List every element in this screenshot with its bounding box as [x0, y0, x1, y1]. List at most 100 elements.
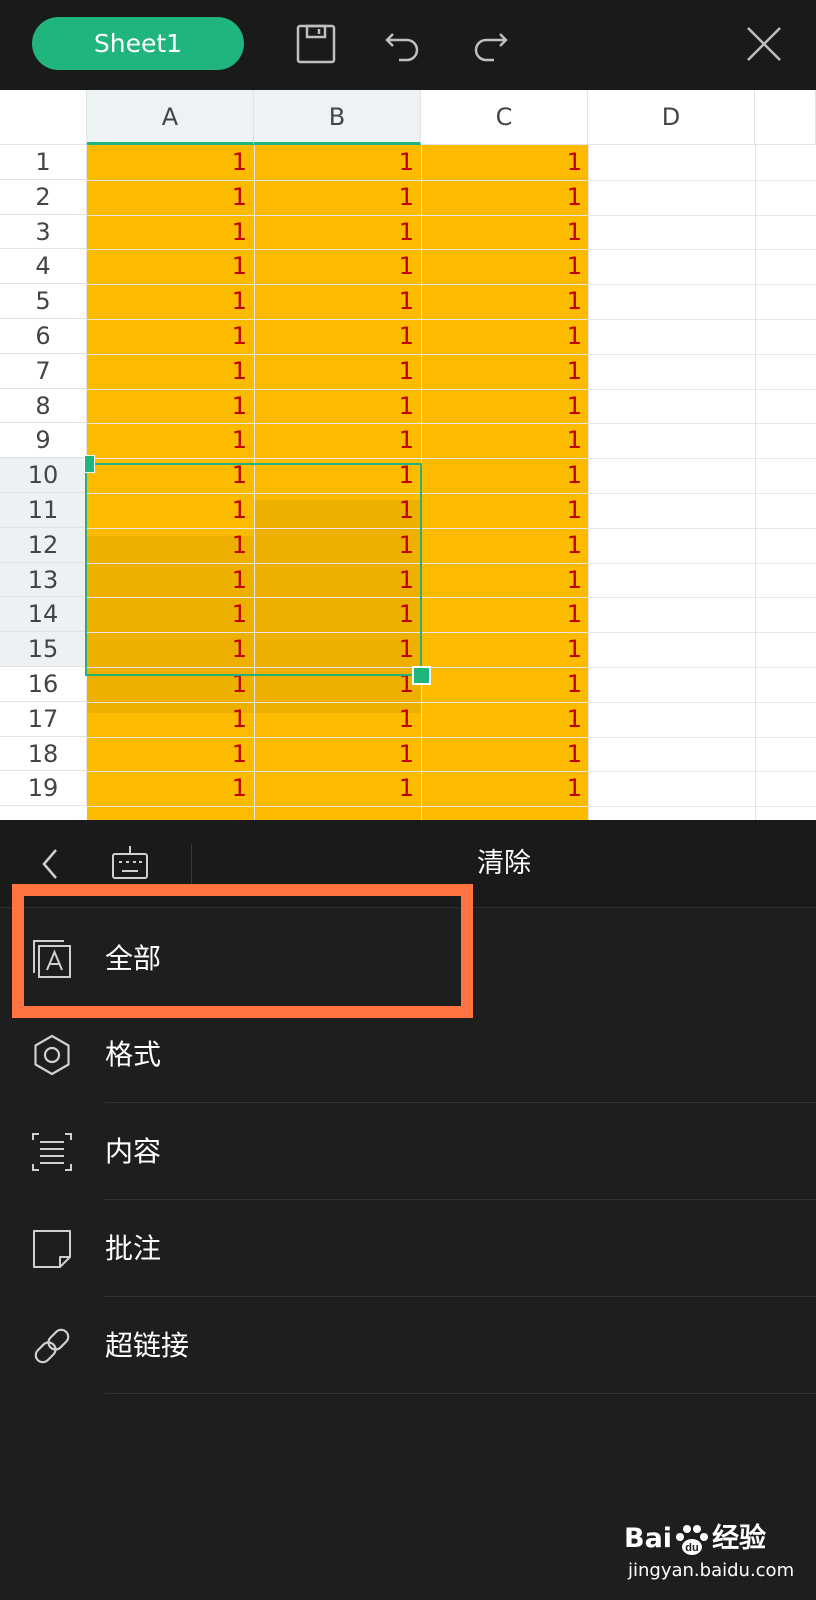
- clear-comment-label: 批注: [105, 1232, 162, 1265]
- link-icon: [30, 1324, 74, 1368]
- content-icon: [30, 1130, 74, 1174]
- clear-format-label: 格式: [105, 1038, 162, 1071]
- cell-a18[interactable]: 1: [87, 737, 247, 772]
- baidu-jingyan-watermark: Bai du 经验 jingyan.baidu.com: [624, 1510, 804, 1590]
- row-header-2[interactable]: 2: [0, 179, 87, 215]
- cell-c15[interactable]: 1: [422, 632, 582, 667]
- cell-b4[interactable]: 1: [254, 249, 414, 284]
- top-toolbar: Sheet1: [0, 0, 816, 90]
- cell-b17[interactable]: 1: [254, 702, 414, 737]
- cell-b5[interactable]: 1: [254, 284, 414, 319]
- selection-handle-bottom-right[interactable]: [412, 666, 431, 685]
- column-header-b[interactable]: B: [254, 90, 421, 145]
- cell-b9[interactable]: 1: [254, 423, 414, 458]
- row-header-8[interactable]: 8: [0, 388, 87, 424]
- cell-c12[interactable]: 1: [422, 528, 582, 563]
- watermark-brand-prefix: Bai: [624, 1523, 673, 1554]
- cell-c13[interactable]: 1: [422, 563, 582, 598]
- cell-c5[interactable]: 1: [422, 284, 582, 319]
- cell-a7[interactable]: 1: [87, 354, 247, 389]
- sheet-tab[interactable]: Sheet1: [32, 17, 244, 70]
- gear-icon: [30, 1033, 74, 1077]
- keyboard-icon[interactable]: [110, 842, 150, 886]
- item-divider: [105, 1393, 816, 1394]
- row-header-13[interactable]: 13: [0, 562, 87, 598]
- clear-content-label: 内容: [105, 1135, 162, 1168]
- clear-content-option[interactable]: 内容: [0, 1103, 816, 1200]
- cell-c11[interactable]: 1: [422, 493, 582, 528]
- undo-icon[interactable]: [379, 20, 427, 68]
- cell-b6[interactable]: 1: [254, 319, 414, 354]
- row-header-16[interactable]: 16: [0, 667, 87, 702]
- cell-c18[interactable]: 1: [422, 737, 582, 772]
- paw-icon: du: [672, 1523, 712, 1557]
- row-header-18[interactable]: 18: [0, 736, 87, 772]
- column-gridline: [755, 145, 756, 820]
- clear-format-option[interactable]: 格式: [0, 1006, 816, 1103]
- selection-handle-top-left[interactable]: [84, 455, 95, 473]
- cell-a2[interactable]: 1: [87, 180, 247, 215]
- save-icon[interactable]: [292, 20, 340, 68]
- clear-panel: 清除 全部 格式 内容 批注 超链接: [0, 820, 816, 1600]
- cell-c14[interactable]: 1: [422, 597, 582, 632]
- highlight-box: [12, 884, 473, 1018]
- row-header-10[interactable]: 10: [0, 458, 87, 493]
- comment-icon: [30, 1227, 74, 1271]
- cell-a3[interactable]: 1: [87, 215, 247, 250]
- watermark-brand-suffix: 经验: [712, 1523, 767, 1554]
- row-header-6[interactable]: 6: [0, 319, 87, 354]
- row-header-12[interactable]: 12: [0, 527, 87, 563]
- cell-c16[interactable]: 1: [422, 667, 582, 702]
- cell-c3[interactable]: 1: [422, 215, 582, 250]
- back-icon[interactable]: [34, 842, 64, 886]
- clear-comment-option[interactable]: 批注: [0, 1200, 816, 1297]
- cell-b18[interactable]: 1: [254, 737, 414, 772]
- row-header-11[interactable]: 11: [0, 493, 87, 528]
- row-header-4[interactable]: 4: [0, 249, 87, 285]
- row-header-15[interactable]: 15: [0, 632, 87, 667]
- cell-a17[interactable]: 1: [87, 702, 247, 737]
- cell-c19[interactable]: 1: [422, 771, 582, 806]
- cell-b3[interactable]: 1: [254, 215, 414, 250]
- row-header-19[interactable]: 19: [0, 771, 87, 807]
- cell-a6[interactable]: 1: [87, 319, 247, 354]
- cell-b7[interactable]: 1: [254, 354, 414, 389]
- cell-a8[interactable]: 1: [87, 389, 247, 424]
- redo-icon[interactable]: [466, 20, 514, 68]
- row-header-5[interactable]: 5: [0, 284, 87, 319]
- row-header-9[interactable]: 9: [0, 423, 87, 459]
- row-header-14[interactable]: 14: [0, 597, 87, 633]
- cell-b2[interactable]: 1: [254, 180, 414, 215]
- cell-c9[interactable]: 1: [422, 423, 582, 458]
- column-header-a[interactable]: A: [87, 90, 254, 145]
- cell-c1[interactable]: 1: [422, 145, 582, 180]
- column-header-d[interactable]: D: [588, 90, 755, 145]
- cell-c8[interactable]: 1: [422, 389, 582, 424]
- cell-b1[interactable]: 1: [254, 145, 414, 180]
- cell-b8[interactable]: 1: [254, 389, 414, 424]
- cell-c17[interactable]: 1: [422, 702, 582, 737]
- cell-a5[interactable]: 1: [87, 284, 247, 319]
- cell-a4[interactable]: 1: [87, 249, 247, 284]
- cell-c4[interactable]: 1: [422, 249, 582, 284]
- clear-hyperlink-option[interactable]: 超链接: [0, 1297, 816, 1394]
- close-icon[interactable]: [740, 20, 788, 68]
- cell-c6[interactable]: 1: [422, 319, 582, 354]
- row-header-1[interactable]: 1: [0, 145, 87, 180]
- select-all-corner[interactable]: [0, 90, 87, 145]
- cell-c7[interactable]: 1: [422, 354, 582, 389]
- cell-b19[interactable]: 1: [254, 771, 414, 806]
- cell-c2[interactable]: 1: [422, 180, 582, 215]
- svg-text:du: du: [685, 1542, 698, 1554]
- row-header-3[interactable]: 3: [0, 214, 87, 250]
- clear-hyperlink-label: 超链接: [105, 1329, 190, 1362]
- cell-a1[interactable]: 1: [87, 145, 247, 180]
- row-header-17[interactable]: 17: [0, 701, 87, 737]
- spreadsheet-grid[interactable]: A B C D 1 2 3 4 5 6 7 8 9 10 11 12 13 14 15 16 17 18 19 11…: [0, 90, 816, 820]
- column-header-c[interactable]: C: [421, 90, 588, 145]
- cell-c10[interactable]: 1: [422, 458, 582, 493]
- cell-a9[interactable]: 1: [87, 423, 247, 458]
- cell-a19[interactable]: 1: [87, 771, 247, 806]
- column-header-partial[interactable]: [755, 90, 816, 145]
- row-header-7[interactable]: 7: [0, 353, 87, 389]
